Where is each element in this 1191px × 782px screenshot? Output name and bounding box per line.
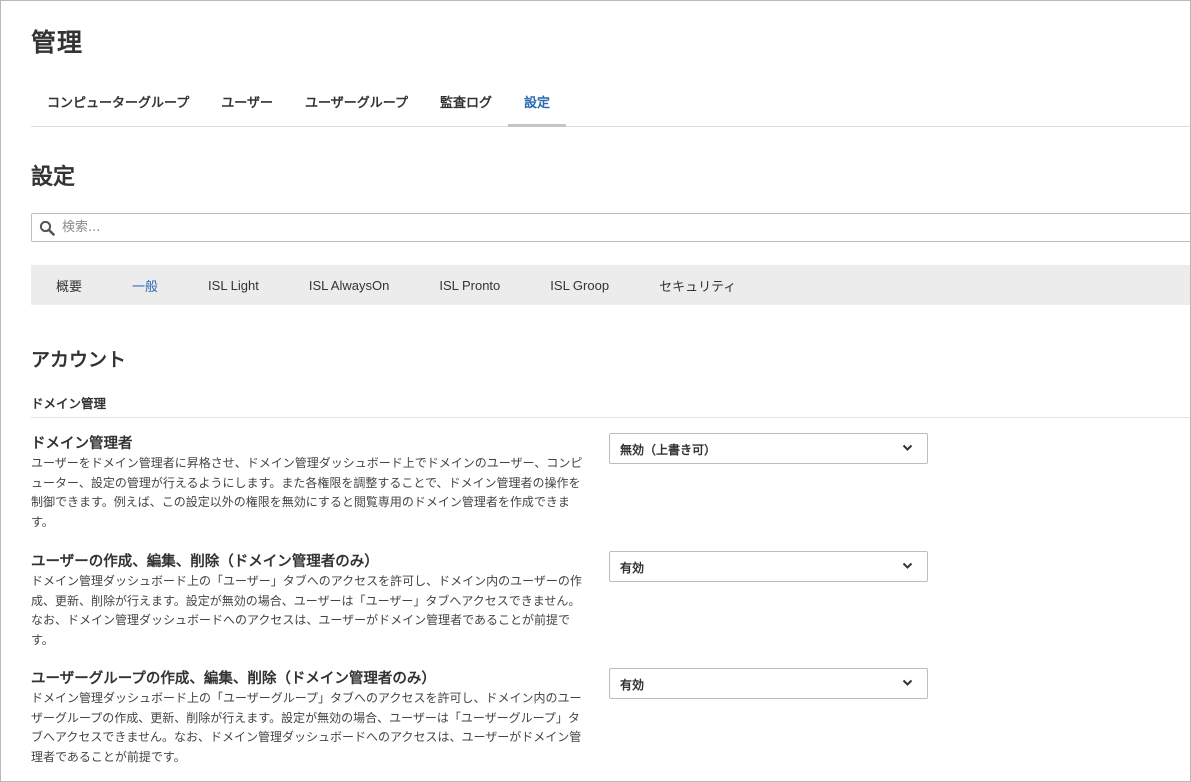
subtab-overview[interactable]: 概要 (31, 276, 107, 295)
subtab-security[interactable]: セキュリティ (634, 276, 761, 295)
chevron-down-icon (902, 444, 913, 451)
chevron-down-icon (902, 562, 913, 569)
tab-audit-log[interactable]: 監査ログ (424, 85, 508, 126)
setting-title: ドメイン管理者 (31, 436, 133, 452)
subtab-general[interactable]: 一般 (107, 276, 183, 295)
main-tab-bar: コンピューターグループ ユーザー ユーザーグループ 監査ログ 設定 (31, 85, 1190, 127)
subtab-isl-pronto[interactable]: ISL Pronto (414, 278, 525, 293)
setting-description: ドメイン管理ダッシュボード上の「ユーザーグループ」タブへのアクセスを許可し、ドメ… (31, 691, 582, 764)
tab-users[interactable]: ユーザー (205, 85, 289, 126)
setting-description: ユーザーをドメイン管理者に昇格させ、ドメイン管理ダッシュボード上でドメインのユー… (31, 456, 583, 529)
setting-domain-admin: ドメイン管理者 ユーザーをドメイン管理者に昇格させ、ドメイン管理ダッシュボード上… (31, 434, 591, 532)
tab-computer-groups[interactable]: コンピューターグループ (31, 85, 205, 126)
select-value: 有効 (620, 678, 645, 692)
settings-subtab-bar: 概要 一般 ISL Light ISL AlwaysOn ISL Pronto … (31, 265, 1190, 305)
tab-settings[interactable]: 設定 (507, 85, 566, 127)
setting-manage-users: ユーザーの作成、編集、削除（ドメイン管理者のみ） ドメイン管理ダッシュボード上の… (31, 552, 591, 650)
section-divider (31, 417, 1190, 418)
subtab-isl-alwayson[interactable]: ISL AlwaysOn (284, 278, 414, 293)
setting-manage-user-groups: ユーザーグループの作成、編集、削除（ドメイン管理者のみ） ドメイン管理ダッシュボ… (31, 669, 591, 767)
search-box[interactable] (31, 213, 1190, 242)
search-icon (39, 220, 55, 236)
chevron-down-icon (902, 679, 913, 686)
subtab-isl-groop[interactable]: ISL Groop (525, 278, 634, 293)
account-heading: アカウント (31, 349, 127, 371)
domain-admin-select[interactable]: 無効（上書き可） (609, 433, 928, 464)
subtab-isl-light[interactable]: ISL Light (183, 278, 284, 293)
manage-user-groups-select[interactable]: 有効 (609, 668, 928, 699)
page-title: 管理 (31, 28, 84, 57)
setting-title: ユーザーグループの作成、編集、削除（ドメイン管理者のみ） (31, 671, 436, 687)
select-value: 有効 (620, 561, 645, 575)
app-frame: 管理 コンピューターグループ ユーザー ユーザーグループ 監査ログ 設定 設定 … (0, 0, 1191, 782)
manage-users-select[interactable]: 有効 (609, 551, 928, 582)
setting-title: ユーザーの作成、編集、削除（ドメイン管理者のみ） (31, 554, 379, 570)
setting-description: ドメイン管理ダッシュボード上の「ユーザー」タブへのアクセスを許可し、ドメイン内の… (31, 574, 582, 647)
select-value: 無効（上書き可） (620, 443, 717, 457)
search-input[interactable] (62, 217, 962, 238)
domain-management-subheading: ドメイン管理 (31, 396, 107, 411)
tab-user-groups[interactable]: ユーザーグループ (289, 85, 424, 126)
settings-heading: 設定 (31, 165, 76, 190)
